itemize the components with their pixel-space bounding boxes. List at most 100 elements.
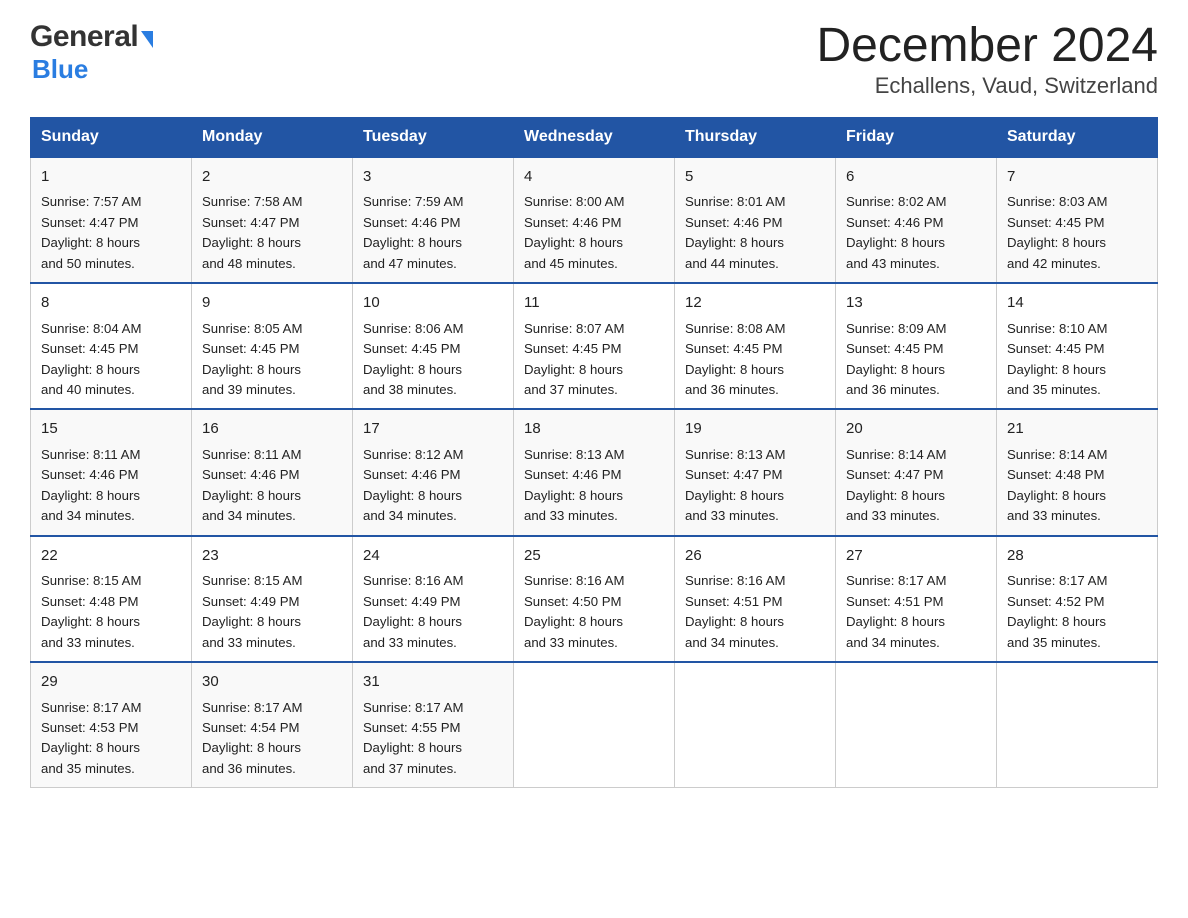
day-number: 7 [1007, 166, 1147, 189]
day-number: 29 [41, 671, 181, 694]
col-saturday: Saturday [997, 117, 1158, 157]
day-info: Sunrise: 8:15 AM Sunset: 4:49 PM Dayligh… [202, 571, 342, 653]
day-info: Sunrise: 8:03 AM Sunset: 4:45 PM Dayligh… [1007, 192, 1147, 274]
day-info: Sunrise: 8:17 AM Sunset: 4:54 PM Dayligh… [202, 698, 342, 780]
col-thursday: Thursday [675, 117, 836, 157]
day-number: 3 [363, 166, 503, 189]
page-header: General Blue December 2024 Echallens, Va… [30, 20, 1158, 99]
logo: General Blue [30, 20, 153, 85]
day-number: 25 [524, 545, 664, 568]
calendar-day-cell: 17 Sunrise: 8:12 AM Sunset: 4:46 PM Dayl… [353, 409, 514, 535]
col-wednesday: Wednesday [514, 117, 675, 157]
day-number: 16 [202, 418, 342, 441]
day-number: 6 [846, 166, 986, 189]
calendar-day-cell: 23 Sunrise: 8:15 AM Sunset: 4:49 PM Dayl… [192, 536, 353, 662]
day-number: 13 [846, 292, 986, 315]
calendar-day-cell: 30 Sunrise: 8:17 AM Sunset: 4:54 PM Dayl… [192, 662, 353, 788]
day-info: Sunrise: 8:16 AM Sunset: 4:49 PM Dayligh… [363, 571, 503, 653]
day-number: 20 [846, 418, 986, 441]
calendar-day-cell: 4 Sunrise: 8:00 AM Sunset: 4:46 PM Dayli… [514, 157, 675, 283]
day-info: Sunrise: 8:12 AM Sunset: 4:46 PM Dayligh… [363, 445, 503, 527]
day-number: 10 [363, 292, 503, 315]
day-number: 31 [363, 671, 503, 694]
col-tuesday: Tuesday [353, 117, 514, 157]
day-number: 23 [202, 545, 342, 568]
calendar-day-cell: 9 Sunrise: 8:05 AM Sunset: 4:45 PM Dayli… [192, 283, 353, 409]
day-info: Sunrise: 8:08 AM Sunset: 4:45 PM Dayligh… [685, 319, 825, 401]
day-info: Sunrise: 7:59 AM Sunset: 4:46 PM Dayligh… [363, 192, 503, 274]
calendar-day-cell: 5 Sunrise: 8:01 AM Sunset: 4:46 PM Dayli… [675, 157, 836, 283]
day-info: Sunrise: 8:13 AM Sunset: 4:46 PM Dayligh… [524, 445, 664, 527]
day-info: Sunrise: 8:11 AM Sunset: 4:46 PM Dayligh… [202, 445, 342, 527]
day-info: Sunrise: 8:07 AM Sunset: 4:45 PM Dayligh… [524, 319, 664, 401]
day-info: Sunrise: 8:14 AM Sunset: 4:48 PM Dayligh… [1007, 445, 1147, 527]
day-number: 15 [41, 418, 181, 441]
calendar-day-cell: 25 Sunrise: 8:16 AM Sunset: 4:50 PM Dayl… [514, 536, 675, 662]
day-number: 5 [685, 166, 825, 189]
day-info: Sunrise: 8:11 AM Sunset: 4:46 PM Dayligh… [41, 445, 181, 527]
calendar-day-cell: 6 Sunrise: 8:02 AM Sunset: 4:46 PM Dayli… [836, 157, 997, 283]
col-monday: Monday [192, 117, 353, 157]
calendar-day-cell: 22 Sunrise: 8:15 AM Sunset: 4:48 PM Dayl… [31, 536, 192, 662]
day-info: Sunrise: 8:15 AM Sunset: 4:48 PM Dayligh… [41, 571, 181, 653]
calendar-week-row: 29 Sunrise: 8:17 AM Sunset: 4:53 PM Dayl… [31, 662, 1158, 788]
calendar-subtitle: Echallens, Vaud, Switzerland [816, 73, 1158, 99]
day-number: 8 [41, 292, 181, 315]
day-number: 21 [1007, 418, 1147, 441]
day-info: Sunrise: 8:17 AM Sunset: 4:53 PM Dayligh… [41, 698, 181, 780]
day-info: Sunrise: 8:17 AM Sunset: 4:52 PM Dayligh… [1007, 571, 1147, 653]
day-number: 28 [1007, 545, 1147, 568]
day-number: 2 [202, 166, 342, 189]
day-number: 1 [41, 166, 181, 189]
calendar-table: Sunday Monday Tuesday Wednesday Thursday… [30, 117, 1158, 789]
day-number: 9 [202, 292, 342, 315]
title-block: December 2024 Echallens, Vaud, Switzerla… [816, 20, 1158, 99]
calendar-header-row: Sunday Monday Tuesday Wednesday Thursday… [31, 117, 1158, 157]
calendar-day-cell: 8 Sunrise: 8:04 AM Sunset: 4:45 PM Dayli… [31, 283, 192, 409]
calendar-day-cell [675, 662, 836, 788]
day-info: Sunrise: 8:17 AM Sunset: 4:51 PM Dayligh… [846, 571, 986, 653]
calendar-day-cell: 26 Sunrise: 8:16 AM Sunset: 4:51 PM Dayl… [675, 536, 836, 662]
calendar-day-cell: 27 Sunrise: 8:17 AM Sunset: 4:51 PM Dayl… [836, 536, 997, 662]
day-number: 12 [685, 292, 825, 315]
calendar-day-cell: 20 Sunrise: 8:14 AM Sunset: 4:47 PM Dayl… [836, 409, 997, 535]
calendar-day-cell: 1 Sunrise: 7:57 AM Sunset: 4:47 PM Dayli… [31, 157, 192, 283]
day-number: 11 [524, 292, 664, 315]
day-number: 24 [363, 545, 503, 568]
day-number: 27 [846, 545, 986, 568]
day-info: Sunrise: 8:02 AM Sunset: 4:46 PM Dayligh… [846, 192, 986, 274]
calendar-week-row: 8 Sunrise: 8:04 AM Sunset: 4:45 PM Dayli… [31, 283, 1158, 409]
day-number: 30 [202, 671, 342, 694]
calendar-day-cell [836, 662, 997, 788]
day-info: Sunrise: 8:16 AM Sunset: 4:50 PM Dayligh… [524, 571, 664, 653]
day-number: 26 [685, 545, 825, 568]
calendar-day-cell: 31 Sunrise: 8:17 AM Sunset: 4:55 PM Dayl… [353, 662, 514, 788]
day-number: 14 [1007, 292, 1147, 315]
day-info: Sunrise: 8:05 AM Sunset: 4:45 PM Dayligh… [202, 319, 342, 401]
calendar-day-cell [514, 662, 675, 788]
calendar-day-cell [997, 662, 1158, 788]
calendar-day-cell: 7 Sunrise: 8:03 AM Sunset: 4:45 PM Dayli… [997, 157, 1158, 283]
day-number: 19 [685, 418, 825, 441]
day-info: Sunrise: 8:06 AM Sunset: 4:45 PM Dayligh… [363, 319, 503, 401]
calendar-day-cell: 3 Sunrise: 7:59 AM Sunset: 4:46 PM Dayli… [353, 157, 514, 283]
calendar-day-cell: 16 Sunrise: 8:11 AM Sunset: 4:46 PM Dayl… [192, 409, 353, 535]
calendar-day-cell: 29 Sunrise: 8:17 AM Sunset: 4:53 PM Dayl… [31, 662, 192, 788]
calendar-week-row: 15 Sunrise: 8:11 AM Sunset: 4:46 PM Dayl… [31, 409, 1158, 535]
calendar-day-cell: 14 Sunrise: 8:10 AM Sunset: 4:45 PM Dayl… [997, 283, 1158, 409]
col-sunday: Sunday [31, 117, 192, 157]
calendar-day-cell: 18 Sunrise: 8:13 AM Sunset: 4:46 PM Dayl… [514, 409, 675, 535]
logo-general-text: General [30, 20, 138, 54]
day-info: Sunrise: 8:13 AM Sunset: 4:47 PM Dayligh… [685, 445, 825, 527]
col-friday: Friday [836, 117, 997, 157]
day-number: 4 [524, 166, 664, 189]
calendar-day-cell: 12 Sunrise: 8:08 AM Sunset: 4:45 PM Dayl… [675, 283, 836, 409]
day-info: Sunrise: 8:16 AM Sunset: 4:51 PM Dayligh… [685, 571, 825, 653]
calendar-day-cell: 24 Sunrise: 8:16 AM Sunset: 4:49 PM Dayl… [353, 536, 514, 662]
day-info: Sunrise: 7:57 AM Sunset: 4:47 PM Dayligh… [41, 192, 181, 274]
calendar-title: December 2024 [816, 20, 1158, 73]
calendar-week-row: 1 Sunrise: 7:57 AM Sunset: 4:47 PM Dayli… [31, 157, 1158, 283]
calendar-day-cell: 15 Sunrise: 8:11 AM Sunset: 4:46 PM Dayl… [31, 409, 192, 535]
day-info: Sunrise: 8:04 AM Sunset: 4:45 PM Dayligh… [41, 319, 181, 401]
day-info: Sunrise: 8:10 AM Sunset: 4:45 PM Dayligh… [1007, 319, 1147, 401]
